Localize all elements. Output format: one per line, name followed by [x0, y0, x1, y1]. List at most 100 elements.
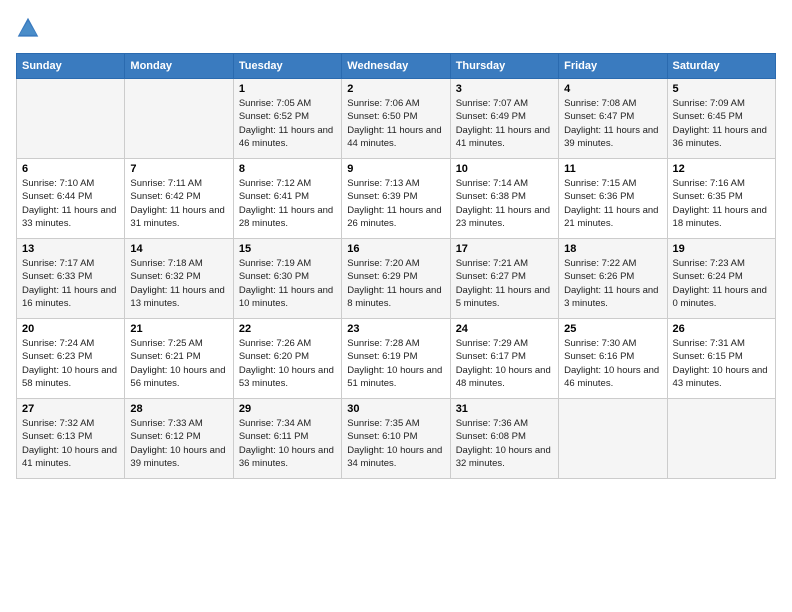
- calendar-cell: 3 Sunrise: 7:07 AM Sunset: 6:49 PM Daylig…: [450, 79, 558, 159]
- day-info: Sunrise: 7:10 AM Sunset: 6:44 PM Dayligh…: [22, 177, 119, 230]
- day-number: 30: [347, 403, 444, 415]
- calendar-week-3: 13 Sunrise: 7:17 AM Sunset: 6:33 PM Dayli…: [17, 239, 776, 319]
- day-info: Sunrise: 7:08 AM Sunset: 6:47 PM Dayligh…: [564, 97, 661, 150]
- day-info: Sunrise: 7:16 AM Sunset: 6:35 PM Dayligh…: [673, 177, 770, 230]
- weekday-header-saturday: Saturday: [667, 54, 775, 79]
- day-info: Sunrise: 7:32 AM Sunset: 6:13 PM Dayligh…: [22, 417, 119, 470]
- page-header: [16, 16, 776, 45]
- day-number: 11: [564, 163, 661, 175]
- day-number: 9: [347, 163, 444, 175]
- calendar-cell: 24Sunrise: 7:29 AM Sunset: 6:17 PM Dayli…: [450, 319, 558, 399]
- day-info: Sunrise: 7:22 AM Sunset: 6:26 PM Dayligh…: [564, 257, 661, 310]
- day-info: Sunrise: 7:28 AM Sunset: 6:19 PM Dayligh…: [347, 337, 444, 390]
- day-info: Sunrise: 7:17 AM Sunset: 6:33 PM Dayligh…: [22, 257, 119, 310]
- day-number: 23: [347, 323, 444, 335]
- calendar-cell: 22 Sunrise: 7:26 AM Sunset: 6:20 PM Dayli…: [233, 319, 341, 399]
- calendar-cell: 11 Sunrise: 7:15 AM Sunset: 6:36 PM Dayli…: [559, 159, 667, 239]
- day-info: Sunrise: 7:25 AM Sunset: 6:21 PM Dayligh…: [130, 337, 227, 390]
- calendar-cell: 10 Sunrise: 7:14 AM Sunset: 6:38 PM Dayli…: [450, 159, 558, 239]
- day-info: Sunrise: 7:33 AM Sunset: 6:12 PM Dayligh…: [130, 417, 227, 470]
- day-number: 18: [564, 243, 661, 255]
- calendar-cell: 31 Sunrise: 7:36 AM Sunset: 6:08 PM Dayli…: [450, 399, 558, 479]
- weekday-header-thursday: Thursday: [450, 54, 558, 79]
- calendar-cell: 15 Sunrise: 7:19 AM Sunset: 6:30 PM Dayli…: [233, 239, 341, 319]
- calendar-cell: [559, 399, 667, 479]
- day-number: 16: [347, 243, 444, 255]
- day-info: Sunrise: 7:14 AM Sunset: 6:38 PM Dayligh…: [456, 177, 553, 230]
- day-number: 7: [130, 163, 227, 175]
- calendar-cell: 9 Sunrise: 7:13 AM Sunset: 6:39 PM Daylig…: [342, 159, 450, 239]
- day-info: Sunrise: 7:36 AM Sunset: 6:08 PM Dayligh…: [456, 417, 553, 470]
- day-info: Sunrise: 7:26 AM Sunset: 6:20 PM Dayligh…: [239, 337, 336, 390]
- day-number: 17: [456, 243, 553, 255]
- weekday-header-tuesday: Tuesday: [233, 54, 341, 79]
- calendar-cell: 26 Sunrise: 7:31 AM Sunset: 6:15 PM Dayli…: [667, 319, 775, 399]
- calendar-week-1: 1 Sunrise: 7:05 AM Sunset: 6:52 PM Daylig…: [17, 79, 776, 159]
- calendar-cell: 21 Sunrise: 7:25 AM Sunset: 6:21 PM Dayli…: [125, 319, 233, 399]
- calendar-cell: 8 Sunrise: 7:12 AM Sunset: 6:41 PM Daylig…: [233, 159, 341, 239]
- day-number: 3: [456, 83, 553, 95]
- weekday-header-monday: Monday: [125, 54, 233, 79]
- day-number: 12: [673, 163, 770, 175]
- day-number: 26: [673, 323, 770, 335]
- calendar-week-2: 6 Sunrise: 7:10 AM Sunset: 6:44 PM Daylig…: [17, 159, 776, 239]
- day-number: 6: [22, 163, 119, 175]
- day-info: Sunrise: 7:30 AM Sunset: 6:16 PM Dayligh…: [564, 337, 661, 390]
- calendar-cell: 23 Sunrise: 7:28 AM Sunset: 6:19 PM Dayli…: [342, 319, 450, 399]
- day-info: Sunrise: 7:12 AM Sunset: 6:41 PM Dayligh…: [239, 177, 336, 230]
- day-info: Sunrise: 7:20 AM Sunset: 6:29 PM Dayligh…: [347, 257, 444, 310]
- weekday-header-row: SundayMondayTuesdayWednesdayThursdayFrid…: [17, 54, 776, 79]
- day-number: 10: [456, 163, 553, 175]
- calendar-week-5: 27 Sunrise: 7:32 AM Sunset: 6:13 PM Dayli…: [17, 399, 776, 479]
- calendar-cell: 25Sunrise: 7:30 AM Sunset: 6:16 PM Dayli…: [559, 319, 667, 399]
- calendar-cell: 7Sunrise: 7:11 AM Sunset: 6:42 PM Daylig…: [125, 159, 233, 239]
- calendar-cell: 1 Sunrise: 7:05 AM Sunset: 6:52 PM Daylig…: [233, 79, 341, 159]
- day-info: Sunrise: 7:35 AM Sunset: 6:10 PM Dayligh…: [347, 417, 444, 470]
- calendar-week-4: 20 Sunrise: 7:24 AM Sunset: 6:23 PM Dayli…: [17, 319, 776, 399]
- calendar-cell: 19Sunrise: 7:23 AM Sunset: 6:24 PM Dayli…: [667, 239, 775, 319]
- calendar-cell: 27 Sunrise: 7:32 AM Sunset: 6:13 PM Dayli…: [17, 399, 125, 479]
- day-info: Sunrise: 7:09 AM Sunset: 6:45 PM Dayligh…: [673, 97, 770, 150]
- calendar-cell: 16 Sunrise: 7:20 AM Sunset: 6:29 PM Dayli…: [342, 239, 450, 319]
- day-number: 15: [239, 243, 336, 255]
- day-info: Sunrise: 7:13 AM Sunset: 6:39 PM Dayligh…: [347, 177, 444, 230]
- calendar-cell: 28 Sunrise: 7:33 AM Sunset: 6:12 PM Dayli…: [125, 399, 233, 479]
- calendar-cell: 5Sunrise: 7:09 AM Sunset: 6:45 PM Daylig…: [667, 79, 775, 159]
- day-number: 13: [22, 243, 119, 255]
- day-number: 29: [239, 403, 336, 415]
- calendar-cell: 6 Sunrise: 7:10 AM Sunset: 6:44 PM Daylig…: [17, 159, 125, 239]
- day-info: Sunrise: 7:21 AM Sunset: 6:27 PM Dayligh…: [456, 257, 553, 310]
- weekday-header-friday: Friday: [559, 54, 667, 79]
- calendar-table: SundayMondayTuesdayWednesdayThursdayFrid…: [16, 53, 776, 479]
- day-info: Sunrise: 7:15 AM Sunset: 6:36 PM Dayligh…: [564, 177, 661, 230]
- day-number: 31: [456, 403, 553, 415]
- day-info: Sunrise: 7:29 AM Sunset: 6:17 PM Dayligh…: [456, 337, 553, 390]
- day-info: Sunrise: 7:24 AM Sunset: 6:23 PM Dayligh…: [22, 337, 119, 390]
- day-number: 20: [22, 323, 119, 335]
- day-number: 21: [130, 323, 227, 335]
- day-number: 19: [673, 243, 770, 255]
- weekday-header-sunday: Sunday: [17, 54, 125, 79]
- day-info: Sunrise: 7:31 AM Sunset: 6:15 PM Dayligh…: [673, 337, 770, 390]
- day-number: 27: [22, 403, 119, 415]
- day-number: 22: [239, 323, 336, 335]
- logo: [16, 16, 44, 45]
- day-info: Sunrise: 7:07 AM Sunset: 6:49 PM Dayligh…: [456, 97, 553, 150]
- day-info: Sunrise: 7:18 AM Sunset: 6:32 PM Dayligh…: [130, 257, 227, 310]
- calendar-cell: 20 Sunrise: 7:24 AM Sunset: 6:23 PM Dayli…: [17, 319, 125, 399]
- day-number: 4: [564, 83, 661, 95]
- day-info: Sunrise: 7:06 AM Sunset: 6:50 PM Dayligh…: [347, 97, 444, 150]
- day-number: 14: [130, 243, 227, 255]
- day-number: 28: [130, 403, 227, 415]
- day-number: 8: [239, 163, 336, 175]
- calendar-body: 1 Sunrise: 7:05 AM Sunset: 6:52 PM Daylig…: [17, 79, 776, 479]
- day-info: Sunrise: 7:19 AM Sunset: 6:30 PM Dayligh…: [239, 257, 336, 310]
- calendar-cell: 30 Sunrise: 7:35 AM Sunset: 6:10 PM Dayli…: [342, 399, 450, 479]
- calendar-cell: [125, 79, 233, 159]
- calendar-cell: 13 Sunrise: 7:17 AM Sunset: 6:33 PM Dayli…: [17, 239, 125, 319]
- weekday-header-wednesday: Wednesday: [342, 54, 450, 79]
- day-number: 1: [239, 83, 336, 95]
- calendar-cell: 17 Sunrise: 7:21 AM Sunset: 6:27 PM Dayli…: [450, 239, 558, 319]
- calendar-cell: [17, 79, 125, 159]
- day-info: Sunrise: 7:05 AM Sunset: 6:52 PM Dayligh…: [239, 97, 336, 150]
